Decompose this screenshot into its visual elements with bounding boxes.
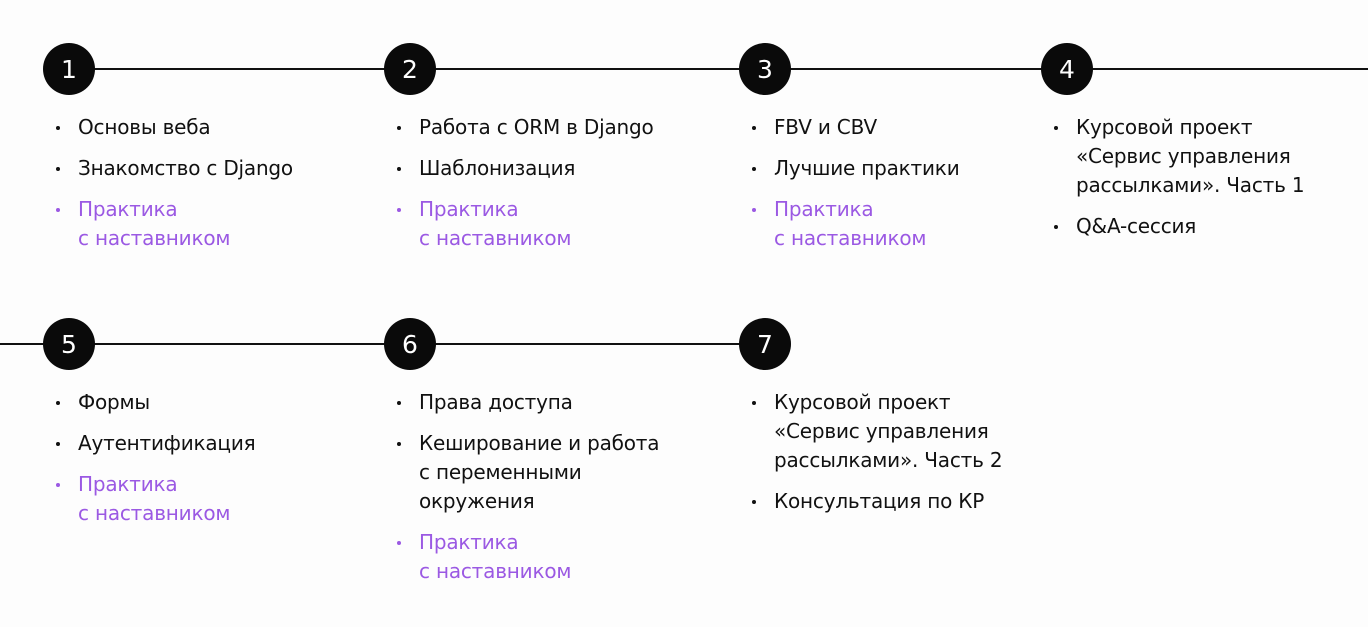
topic-item: FBV и CBV <box>752 113 960 142</box>
topic-item: Знакомство с Django <box>56 154 293 183</box>
step-5-topic-list: Формы Аутентификация Практика с наставником <box>56 388 256 540</box>
topic-item: Права доступа <box>397 388 659 417</box>
step-number-6: 6 <box>384 318 436 370</box>
topic-item: Лучшие практики <box>752 154 960 183</box>
topic-item: Q&A-сессия <box>1054 212 1304 241</box>
topic-item: Работа с ORM в Django <box>397 113 654 142</box>
step-4-topic-list: Курсовой проект «Сервис управления рассылк… <box>1054 113 1305 253</box>
practice-item: Практика с наставником <box>56 195 293 253</box>
practice-item: Практика с наставником <box>752 195 960 253</box>
step-3-topic-list: FBV и CBV Лучшие практики Практика с настав… <box>752 113 960 265</box>
topic-item: Курсовой проект «Сервис управления рассылк… <box>1054 113 1305 200</box>
step-7-topic-list: Курсовой проект «Сервис управления рассылк… <box>752 388 1003 528</box>
topic-item: Аутентификация <box>56 429 256 458</box>
topic-item: Формы <box>56 388 255 417</box>
step-number-5: 5 <box>43 318 95 370</box>
step-1-topic-list: Основы веба Знакомство с Django Практика с … <box>56 113 293 265</box>
step-number-1: 1 <box>43 43 95 95</box>
practice-item: Практика с наставником <box>397 528 659 586</box>
step-6-topic-list: Права доступа Кеширование и работа с перем… <box>397 388 660 598</box>
timeline-row-1-line <box>69 68 1368 70</box>
step-number-3: 3 <box>739 43 791 95</box>
timeline-row-2-line <box>0 343 765 345</box>
topic-item: Консультация по КР <box>752 487 1002 516</box>
step-2-topic-list: Работа с ORM в Django Шаблонизация Практик… <box>397 113 654 265</box>
topic-item: Курсовой проект «Сервис управления рассылк… <box>752 388 1003 475</box>
step-number-7: 7 <box>739 318 791 370</box>
practice-item: Практика с наставником <box>397 195 654 253</box>
practice-item: Практика с наставником <box>56 470 255 528</box>
topic-item: Основы веба <box>56 113 293 142</box>
topic-item: Шаблонизация <box>397 154 654 183</box>
step-number-4: 4 <box>1041 43 1093 95</box>
step-number-2: 2 <box>384 43 436 95</box>
topic-item: Кеширование и работа с переменными окружен… <box>397 429 660 516</box>
